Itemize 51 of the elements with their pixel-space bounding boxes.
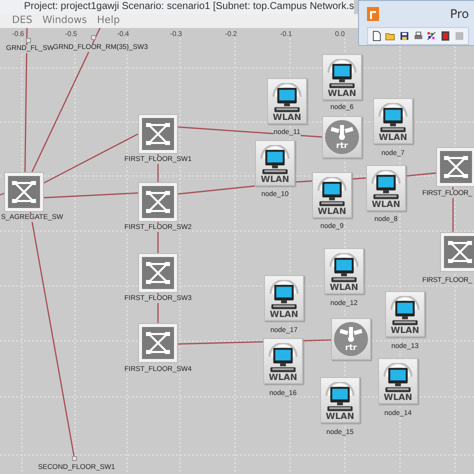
computer-icon (270, 83, 304, 114)
new-file-icon[interactable] (371, 29, 382, 43)
menu-item[interactable]: DES (12, 14, 32, 28)
link-line (0, 192, 6, 196)
node-type-text: WLAN (390, 327, 420, 336)
node-type-text: WLAN (328, 90, 356, 99)
menu-item[interactable]: Windows (42, 14, 88, 28)
node-type-text: WLAN (384, 394, 412, 403)
satellite-icon (330, 124, 354, 142)
switch-icon (138, 323, 178, 363)
computer-icon (325, 59, 359, 90)
node-type-text: WLAN (330, 284, 358, 293)
toolbar-window-title: Pro (450, 6, 469, 23)
node-type-text: rtr (336, 142, 348, 150)
computer-icon (381, 363, 415, 394)
computer-icon (323, 382, 357, 413)
node-type-text: WLAN (272, 114, 302, 123)
computer-icon (267, 280, 301, 311)
computer-icon (369, 170, 403, 201)
node-marker (26, 38, 31, 43)
computer-icon (258, 145, 292, 176)
app-icon (367, 7, 379, 21)
node-type-text: WLAN (372, 201, 400, 210)
node-type-text: rtr (345, 344, 357, 352)
computer-icon (376, 103, 410, 134)
computer-icon (315, 177, 349, 208)
link-line (294, 180, 312, 183)
switch-icon (440, 232, 474, 272)
node-marker (91, 35, 96, 40)
node-type-text: WLAN (270, 311, 298, 320)
window-title: Project: project1gawji Scenario: scenario1 [Subnet: top.Campus Network.s (0, 0, 354, 14)
computer-icon (388, 296, 422, 327)
node-type-text: WLAN (326, 413, 354, 422)
color-grid-icon[interactable] (426, 29, 438, 43)
save-icon[interactable] (398, 29, 410, 43)
stop-icon[interactable] (440, 29, 452, 43)
node-type-text: WLAN (260, 176, 290, 185)
computer-icon (327, 253, 361, 284)
switch-icon (138, 253, 178, 293)
switch-icon (138, 114, 178, 154)
menu-item[interactable]: Help (97, 14, 120, 28)
switch-icon (138, 182, 178, 222)
switch-icon (4, 172, 44, 212)
satellite-icon (339, 326, 363, 344)
node-type-text: WLAN (378, 134, 408, 143)
link-line (406, 172, 436, 177)
computer-icon (266, 343, 300, 374)
link-line (352, 177, 366, 180)
switch-icon (436, 147, 474, 187)
node-type-text: WLAN (318, 208, 346, 217)
node-type-text: WLAN (268, 374, 298, 383)
